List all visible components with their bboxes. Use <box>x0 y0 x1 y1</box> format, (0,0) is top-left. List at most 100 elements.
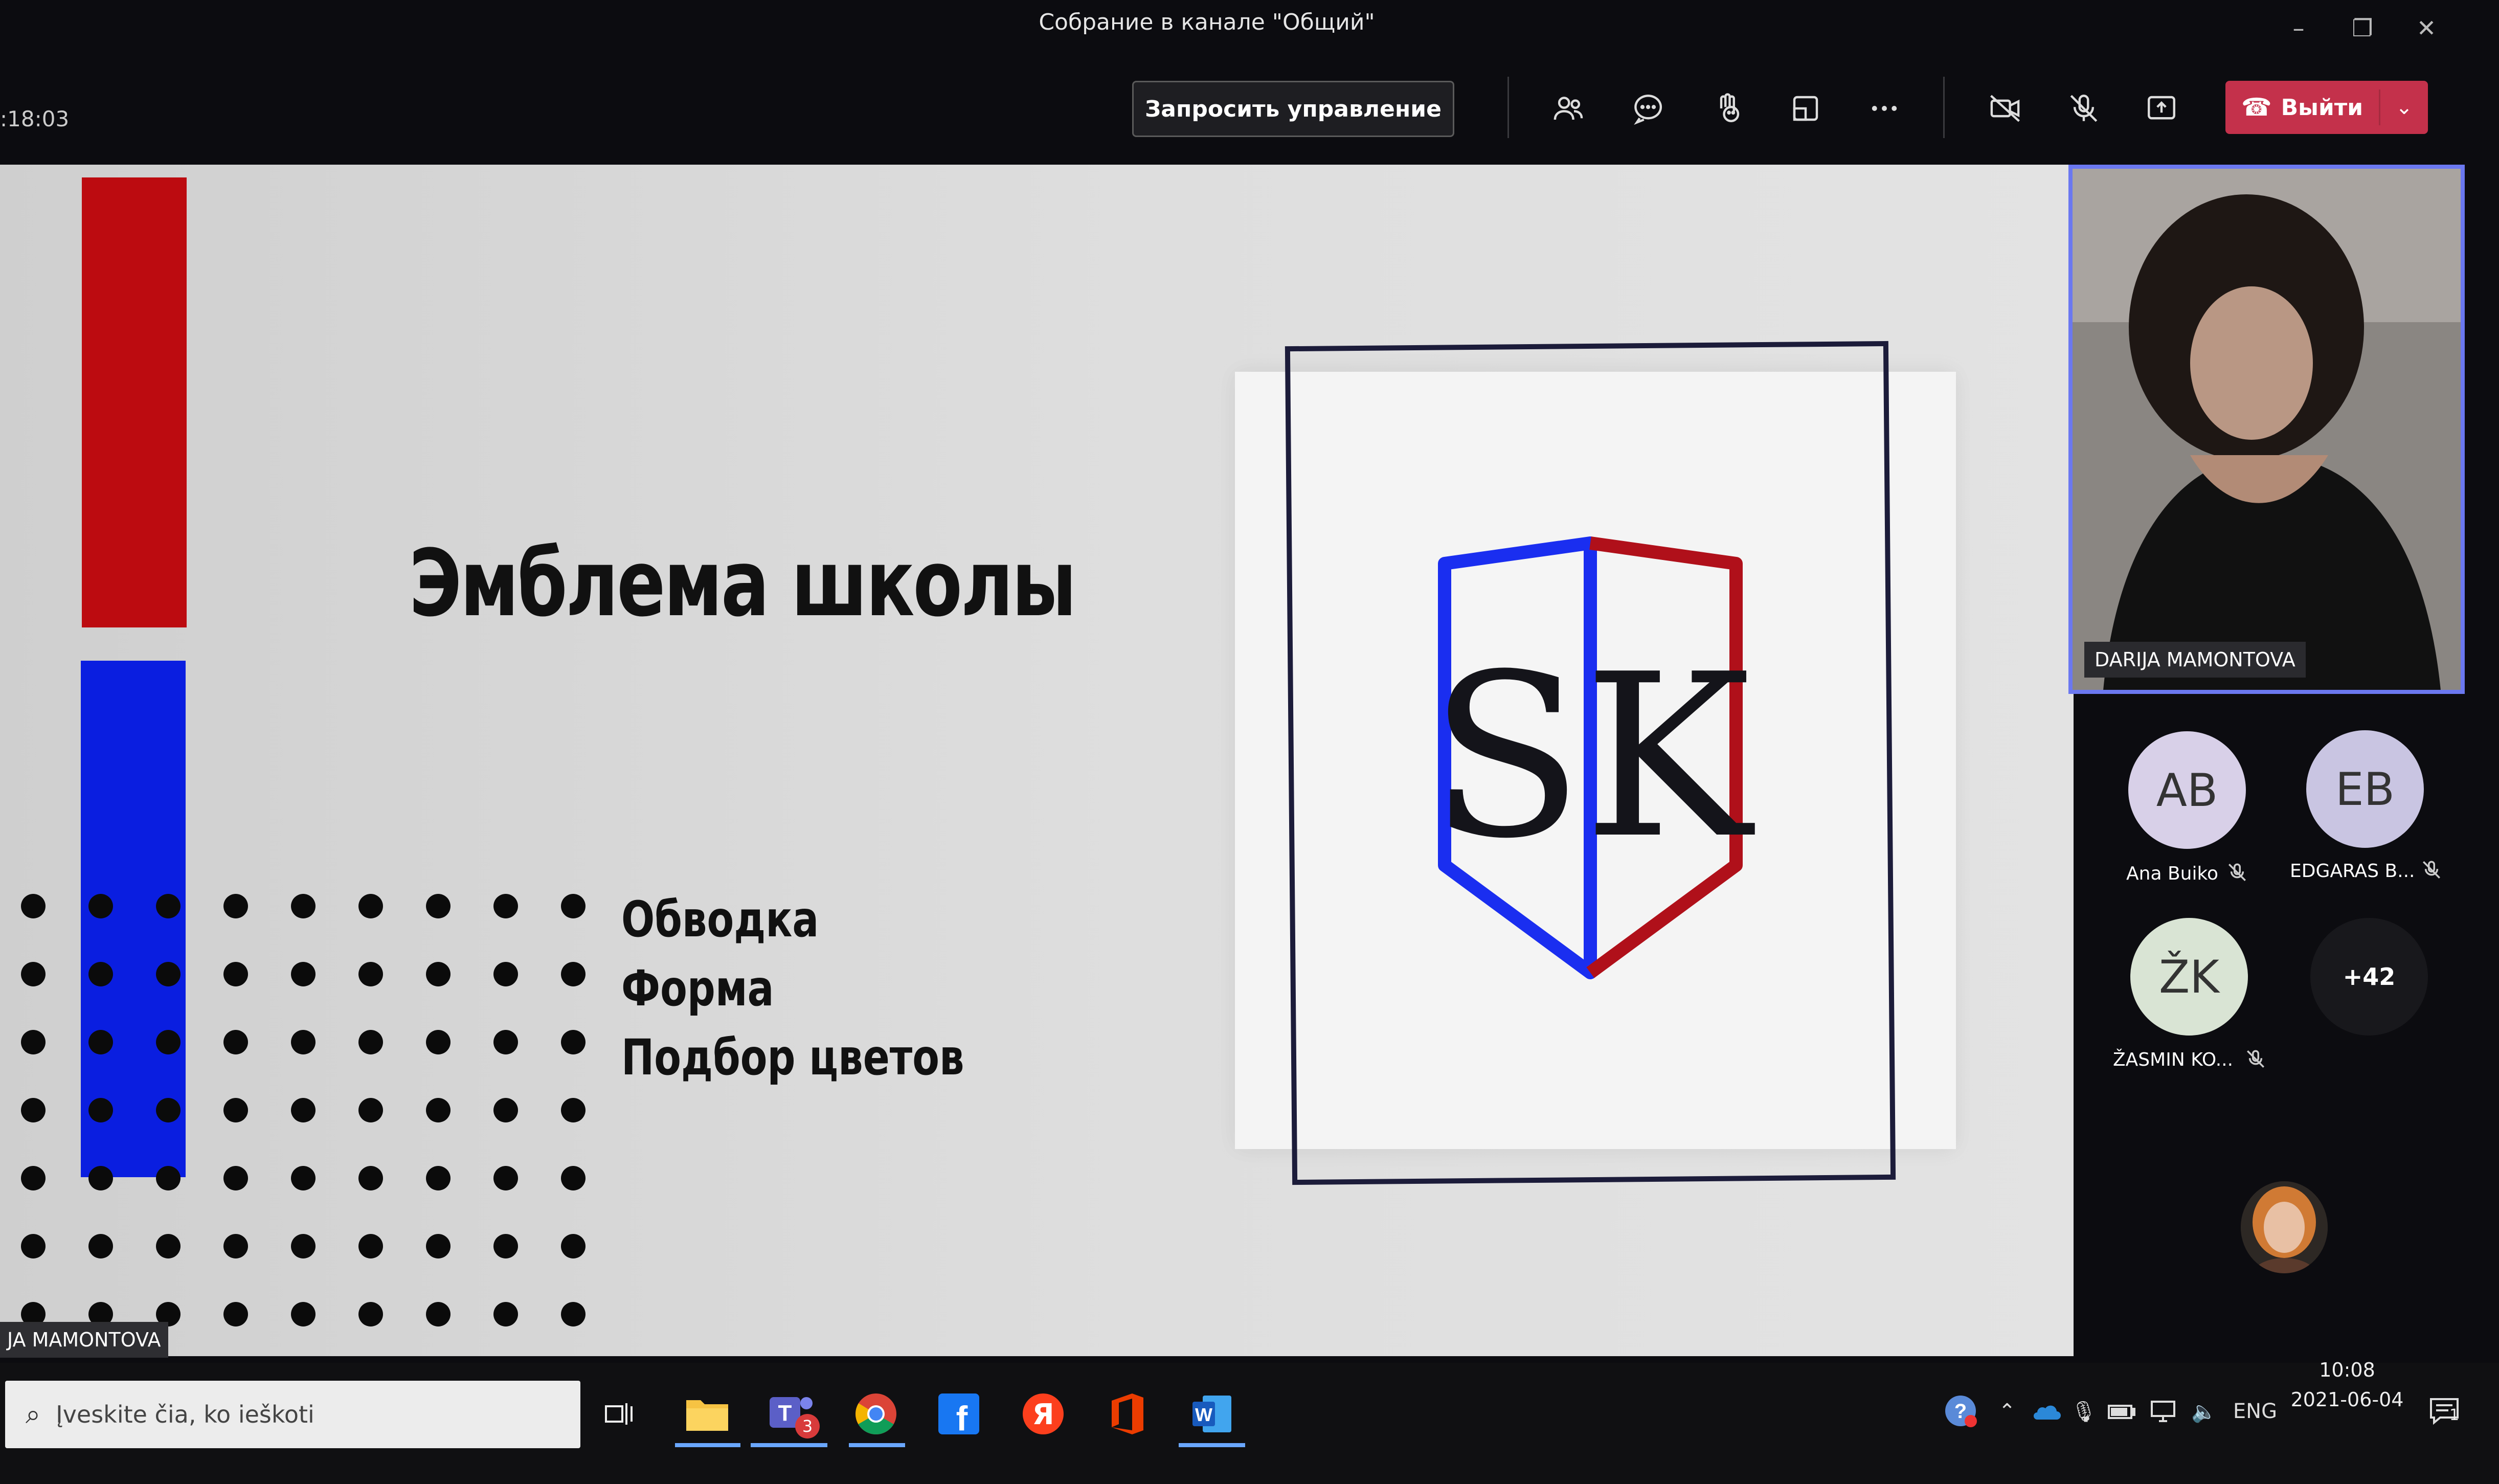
task-view-icon[interactable] <box>588 1381 655 1447</box>
decorative-dot <box>291 894 316 918</box>
word-icon[interactable]: W <box>1179 1381 1245 1447</box>
notification-count: 1 <box>2449 1406 2460 1424</box>
decorative-dot <box>88 1030 113 1054</box>
avatar[interactable]: EB <box>2306 730 2424 848</box>
decorative-dot <box>156 894 181 918</box>
decorative-dot <box>561 1030 586 1054</box>
chat-icon[interactable] <box>1620 83 1676 134</box>
decorative-dot <box>88 1234 113 1258</box>
toolbar-divider <box>1507 77 1509 138</box>
share-screen-icon[interactable] <box>2133 83 2190 134</box>
close-icon[interactable]: ✕ <box>2403 5 2449 51</box>
help-icon[interactable]: ? <box>1941 1381 1982 1442</box>
participant-name: EDGARAS B... <box>2290 861 2415 882</box>
decorative-dot <box>21 1234 46 1258</box>
network-icon[interactable] <box>2145 1381 2181 1442</box>
decorative-dot <box>561 1302 586 1326</box>
leave-label: Выйти <box>2281 94 2363 121</box>
decorative-dot <box>21 1098 46 1122</box>
decorative-dot <box>493 1234 518 1258</box>
mic-muted-icon <box>2228 863 2246 881</box>
avatar[interactable]: ŽK <box>2130 918 2248 1036</box>
restore-icon[interactable]: ❐ <box>2339 5 2385 51</box>
decorative-dot <box>493 1166 518 1190</box>
chevron-down-icon[interactable]: ⌄ <box>2380 96 2428 119</box>
reactions-icon[interactable] <box>1699 83 1755 134</box>
mic-off-icon[interactable] <box>2056 83 2112 134</box>
decorative-dot <box>156 1030 181 1054</box>
decorative-dot <box>88 962 113 986</box>
decorative-dot <box>156 1234 181 1258</box>
svg-text:W: W <box>1195 1404 1212 1425</box>
taskbar-search-box[interactable]: ⌕ Įveskite čia, ko ieškoti <box>5 1381 580 1448</box>
decorative-dot <box>426 1234 451 1258</box>
teams-icon[interactable]: T <box>758 1381 824 1447</box>
minimize-icon[interactable]: – <box>2276 5 2322 51</box>
avatar-initials: EB <box>2335 762 2395 816</box>
decorative-dot <box>561 894 586 918</box>
microphone-icon[interactable]: 🎙 <box>2068 1381 2099 1442</box>
decorative-dot <box>21 1166 46 1190</box>
logo-letters: SK <box>1429 626 1755 888</box>
decorative-dot <box>223 1166 248 1190</box>
clock-date: 2021-06-04 <box>2290 1388 2404 1411</box>
decorative-dot <box>223 962 248 986</box>
chrome-icon[interactable] <box>843 1381 909 1447</box>
decorative-dot <box>561 1166 586 1190</box>
decorative-dot <box>358 1302 383 1326</box>
decorative-dot <box>426 962 451 986</box>
camera-off-icon[interactable] <box>1977 83 2033 134</box>
avatar-photo-image <box>2241 1181 2328 1273</box>
decorative-dot <box>21 962 46 986</box>
decorative-dot <box>426 1098 451 1122</box>
decorative-dot <box>291 962 316 986</box>
participants-icon[interactable] <box>1540 83 1596 134</box>
more-options-icon[interactable] <box>1856 83 1912 134</box>
decorative-dot <box>358 1098 383 1122</box>
file-explorer-icon[interactable] <box>674 1381 740 1447</box>
decorative-dot <box>88 1098 113 1122</box>
battery-icon[interactable] <box>2104 1381 2140 1442</box>
svg-text:T: T <box>778 1401 792 1426</box>
rooms-icon[interactable] <box>1777 83 1834 134</box>
decorative-dot <box>561 1098 586 1122</box>
decorative-dot <box>493 894 518 918</box>
more-participants-button[interactable]: +42 <box>2310 918 2428 1036</box>
decorative-dot <box>493 1302 518 1326</box>
leave-button[interactable]: ☎ Выйти ⌄ <box>2225 81 2428 134</box>
participant-video[interactable] <box>2068 165 2465 694</box>
meeting-timer: :18:03 <box>0 106 70 131</box>
avatar-initials: AB <box>2156 763 2218 817</box>
yandex-browser-icon[interactable]: Я <box>1010 1381 1076 1447</box>
self-avatar[interactable] <box>2241 1181 2328 1273</box>
notifications-icon[interactable] <box>2419 1381 2470 1442</box>
onedrive-icon[interactable] <box>2028 1381 2063 1442</box>
decorative-dot <box>223 1234 248 1258</box>
decorative-dot <box>426 894 451 918</box>
decorative-dot <box>561 962 586 986</box>
decorative-dot <box>223 1302 248 1326</box>
slide-bullet: Обводка <box>621 891 819 948</box>
office-icon[interactable] <box>1094 1381 1161 1447</box>
slide-bullet: Форма <box>621 960 774 1017</box>
avatar-initials: ŽK <box>2159 950 2219 1003</box>
system-clock[interactable]: 10:08 2021-06-04 <box>2286 1355 2408 1414</box>
request-control-button[interactable]: Запросить управление <box>1132 81 1454 137</box>
decorative-dot <box>291 1098 316 1122</box>
language-indicator[interactable]: ENG <box>2230 1381 2281 1442</box>
shared-slide: Эмблема школы Обводка Форма Подбор цвето… <box>0 165 2074 1356</box>
video-feed-image <box>2073 169 2461 690</box>
chevron-up-icon[interactable]: ⌃ <box>1992 1381 2022 1442</box>
video-participant-name: DARIJA MAMONTOVA <box>2084 642 2306 678</box>
mic-muted-icon <box>2423 861 2440 879</box>
decorative-dot <box>493 1098 518 1122</box>
avatar[interactable]: AB <box>2128 731 2246 849</box>
decorative-dot <box>493 962 518 986</box>
facebook-icon[interactable]: f <box>926 1381 992 1447</box>
decorative-dot <box>358 894 383 918</box>
decorative-dot <box>426 1166 451 1190</box>
decorative-dot <box>291 1030 316 1054</box>
decorative-dot <box>21 1030 46 1054</box>
volume-icon[interactable]: 🔈 <box>2186 1381 2222 1442</box>
decorative-dot <box>156 1098 181 1122</box>
